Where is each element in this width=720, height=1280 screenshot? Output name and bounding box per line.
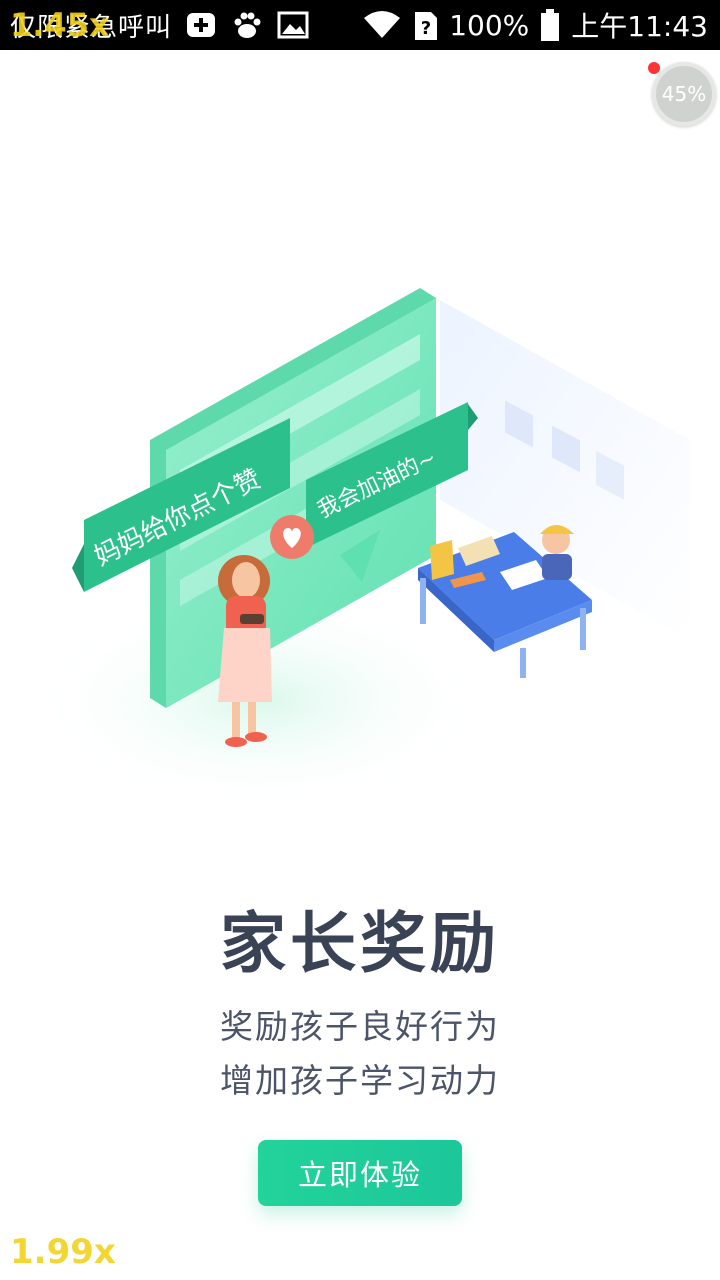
battery-icon (541, 9, 560, 41)
speed-indicator-bottom: 1.99x (10, 1232, 116, 1272)
sim-unknown-icon: ? (415, 12, 438, 40)
floating-progress-badge[interactable]: 45% (652, 62, 716, 126)
notification-dot (648, 62, 660, 74)
baidu-paw-icon (234, 12, 261, 38)
subtitle-line-1: 奖励孩子良好行为 (220, 1007, 500, 1046)
status-bar: 仅限紧急呼叫 ? 100% 上午11:43 1.45x (0, 0, 720, 50)
wifi-icon (364, 11, 401, 38)
image-icon (277, 11, 309, 39)
subtitle-line-2: 增加孩子学习动力 (220, 1061, 500, 1100)
parent-reward-illustration: 妈妈给你点个赞 我会加油的~ (30, 288, 690, 810)
feature-description: 奖励孩子良好行为 增加孩子学习动力 (0, 1000, 720, 1108)
page-title: 家长奖励 (220, 905, 500, 982)
battery-percent: 100% (449, 8, 530, 42)
clock: 上午11:43 (571, 10, 708, 43)
svg-text:?: ? (421, 18, 431, 39)
speed-indicator-top: 1.45x (10, 6, 110, 44)
floating-progress-value: 45% (661, 82, 707, 106)
try-now-button[interactable]: 立即体验 (258, 1140, 462, 1206)
add-icon (187, 13, 216, 37)
